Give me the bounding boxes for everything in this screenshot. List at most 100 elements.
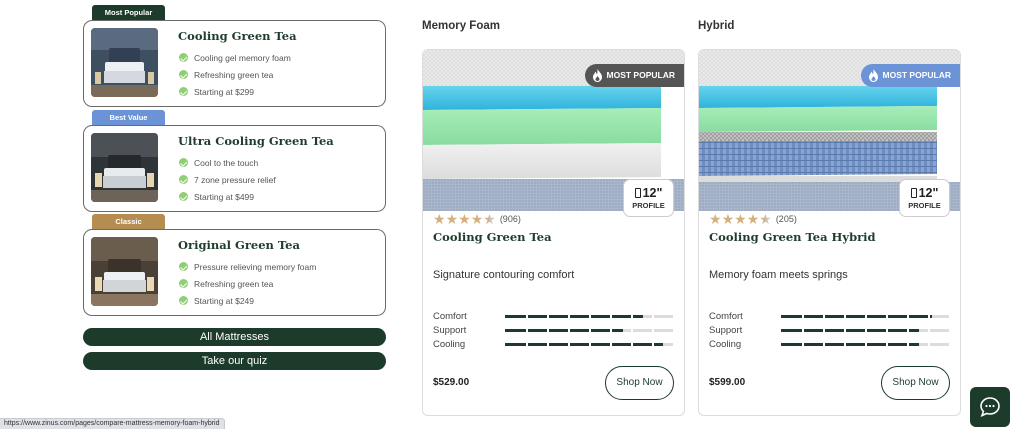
classic-badge: Classic xyxy=(92,214,165,230)
star-icon: ★ xyxy=(470,211,484,227)
shop-now-button[interactable]: Shop Now xyxy=(881,366,950,400)
rating-segment-divider xyxy=(547,341,549,347)
feature-list: Pressure relieving memory foam Refreshin… xyxy=(179,258,316,309)
rating-segment-divider xyxy=(610,327,612,333)
product-card-ultra-cooling-green-tea[interactable]: Ultra Cooling Green Tea Cool to the touc… xyxy=(83,125,386,212)
star-half-icon: ★ xyxy=(483,211,496,227)
attribute-ratings: Comfort Support Cooling xyxy=(433,309,673,351)
check-icon xyxy=(179,192,188,201)
rating-segment-divider xyxy=(928,327,930,333)
product-card-cooling-green-tea[interactable]: Cooling Green Tea Cooling gel memory foa… xyxy=(83,20,386,107)
rating-segment-divider xyxy=(802,327,804,333)
feature-item: Refreshing green tea xyxy=(179,66,291,83)
chat-button[interactable] xyxy=(970,387,1010,427)
rating-row-support: Support xyxy=(709,323,949,337)
star-rating: ★ ★ ★ ★ ★ (205) xyxy=(709,212,797,226)
star-icon: ★ xyxy=(709,211,722,227)
rating-segment-divider xyxy=(865,313,867,319)
feature-list: Cool to the touch 7 zone pressure relief… xyxy=(179,154,276,205)
rating-bar xyxy=(505,313,673,319)
rating-segment-divider xyxy=(886,341,888,347)
review-count[interactable]: (205) xyxy=(776,214,797,224)
rating-bar xyxy=(781,313,949,319)
rating-segment-divider xyxy=(928,313,930,319)
flame-icon xyxy=(868,69,878,82)
feature-item: Cooling gel memory foam xyxy=(179,49,291,66)
star-icon: ★ xyxy=(433,211,446,227)
mattress-height-icon xyxy=(910,188,917,198)
star-icon: ★ xyxy=(734,211,747,227)
rating-row-cooling: Cooling xyxy=(433,337,673,351)
column-title-memory-foam: Memory Foam xyxy=(422,20,500,32)
rating-segment-divider xyxy=(886,327,888,333)
product-card-original-green-tea[interactable]: Original Green Tea Pressure relieving me… xyxy=(83,229,386,316)
rating-bar xyxy=(781,327,949,333)
feature-item: Refreshing green tea xyxy=(179,275,316,292)
rating-segment-divider xyxy=(631,327,633,333)
star-icon: ★ xyxy=(445,211,459,227)
rating-segment-divider xyxy=(844,341,846,347)
feature-item: Starting at $249 xyxy=(179,292,316,309)
rating-segment-divider xyxy=(907,327,909,333)
rating-row-comfort: Comfort xyxy=(433,309,673,323)
product-name: Ultra Cooling Green Tea xyxy=(178,134,334,148)
product-thumbnail xyxy=(91,133,158,202)
star-half-icon: ★ xyxy=(759,211,772,227)
feature-item: Pressure relieving memory foam xyxy=(179,258,316,275)
most-popular-badge: MOST POPULAR xyxy=(584,64,684,87)
star-icon: ★ xyxy=(458,211,471,227)
rating-segment-divider xyxy=(907,313,909,319)
column-title-hybrid: Hybrid xyxy=(698,20,735,32)
most-popular-badge: MOST POPULAR xyxy=(860,64,960,87)
chat-bubble-icon xyxy=(980,397,1000,417)
check-icon xyxy=(179,53,188,62)
rating-segment-divider xyxy=(589,327,591,333)
rating-segment-divider xyxy=(631,313,633,319)
attribute-ratings: Comfort Support Cooling xyxy=(709,309,949,351)
check-icon xyxy=(179,87,188,96)
flame-icon xyxy=(592,69,602,82)
rating-segment-divider xyxy=(589,341,591,347)
mattress-tagline: Memory foam meets springs xyxy=(709,269,848,281)
profile-badge: 12" PROFILE xyxy=(623,179,674,217)
rating-segment-divider xyxy=(526,327,528,333)
rating-segment-divider xyxy=(844,327,846,333)
rating-segment-divider xyxy=(547,313,549,319)
star-rating: ★ ★ ★ ★ ★ (906) xyxy=(433,212,521,226)
rating-row-support: Support xyxy=(433,323,673,337)
rating-segment-divider xyxy=(886,313,888,319)
rating-segment-divider xyxy=(526,341,528,347)
mattress-tagline: Signature contouring comfort xyxy=(433,269,575,281)
rating-row-cooling: Cooling xyxy=(709,337,949,351)
product-thumbnail xyxy=(91,237,158,306)
rating-segment-divider xyxy=(865,327,867,333)
feature-item: 7 zone pressure relief xyxy=(179,171,276,188)
rating-segment-divider xyxy=(568,327,570,333)
price: $599.00 xyxy=(709,377,746,388)
rating-segment-divider xyxy=(547,327,549,333)
rating-segment-divider xyxy=(865,341,867,347)
rating-segment-divider xyxy=(589,313,591,319)
rating-bar xyxy=(505,341,673,347)
rating-bar xyxy=(781,341,949,347)
shop-now-button[interactable]: Shop Now xyxy=(605,366,674,400)
rating-segment-divider xyxy=(568,313,570,319)
check-icon xyxy=(179,262,188,271)
feature-item: Starting at $299 xyxy=(179,83,291,100)
mattress-name[interactable]: Cooling Green Tea Hybrid xyxy=(709,230,876,244)
rating-bar xyxy=(505,327,673,333)
take-quiz-button[interactable]: Take our quiz xyxy=(83,352,386,370)
check-icon xyxy=(179,296,188,305)
check-icon xyxy=(179,158,188,167)
rating-segment-divider xyxy=(610,341,612,347)
review-count[interactable]: (906) xyxy=(500,214,521,224)
rating-segment-divider xyxy=(652,341,654,347)
rating-segment-divider xyxy=(928,341,930,347)
status-bar-url: https://www.zinus.com/pages/compare-matt… xyxy=(0,418,225,429)
check-icon xyxy=(179,70,188,79)
all-mattresses-button[interactable]: All Mattresses xyxy=(83,328,386,346)
rating-segment-divider xyxy=(652,313,654,319)
product-name: Cooling Green Tea xyxy=(178,29,297,43)
product-name: Original Green Tea xyxy=(178,238,300,252)
mattress-name[interactable]: Cooling Green Tea xyxy=(433,230,552,244)
